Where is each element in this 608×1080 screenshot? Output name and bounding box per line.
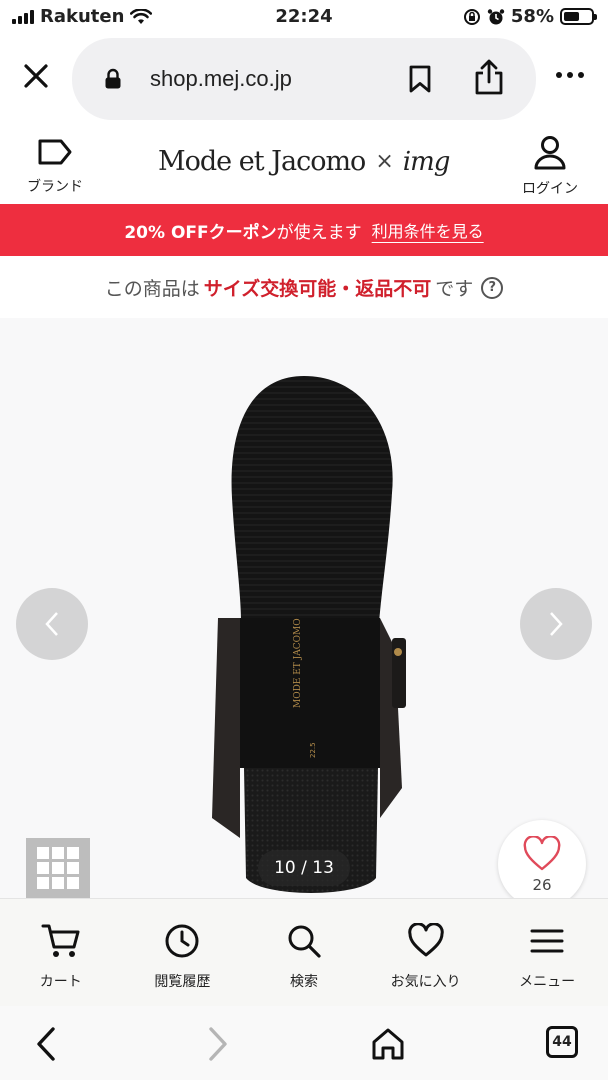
nav-favorites-label: お気に入り <box>390 974 461 990</box>
status-right: 58% <box>463 6 597 27</box>
logo-main: Mode et Jacomo <box>158 146 366 177</box>
thumbnail-grid-button[interactable] <box>26 838 90 898</box>
nav-history-label: 閲覧履歴 <box>154 974 211 990</box>
nav-cart[interactable]: カート <box>0 899 122 1006</box>
return-policy-notice: この商品は サイズ交換可能・返品不可 です ? <box>0 274 608 301</box>
coupon-text: が使えます <box>276 222 362 243</box>
user-icon <box>534 136 566 170</box>
login-nav-label: ログイン <box>522 181 578 197</box>
more-options-icon[interactable] <box>556 72 584 78</box>
site-logo[interactable]: Mode et Jacomo × img <box>158 146 451 177</box>
logo-cross: × <box>375 149 393 174</box>
share-icon[interactable] <box>472 58 506 96</box>
sole-brand-text: MODE ET JACOMO <box>293 618 303 708</box>
tabs-button[interactable]: 44 <box>546 1026 578 1058</box>
brand-nav-label: ブランド <box>27 179 83 195</box>
orientation-lock-icon <box>463 8 480 25</box>
product-image-carousel[interactable]: MODE ET JACOMO 22.5 10 / 13 26 <box>0 318 608 898</box>
product-photo-boot-sole: MODE ET JACOMO 22.5 <box>212 376 406 893</box>
tag-icon <box>38 139 72 165</box>
close-icon[interactable] <box>18 58 54 94</box>
nav-search-label: 検索 <box>289 974 318 990</box>
policy-prefix: この商品は <box>104 278 200 300</box>
url-text: shop.mej.co.jp <box>150 66 292 91</box>
chevron-right-icon <box>550 612 563 636</box>
nav-cart-label: カート <box>39 974 82 990</box>
alarm-icon <box>487 8 505 24</box>
nav-search[interactable]: 検索 <box>243 899 365 1006</box>
battery-percent: 58% <box>510 6 554 27</box>
browser-toolbar: 44 <box>0 1006 608 1080</box>
coupon-terms-link[interactable]: 利用条件を見る <box>372 218 484 242</box>
browser-url-row: shop.mej.co.jp <box>0 36 608 120</box>
battery-icon <box>560 8 597 25</box>
search-icon <box>288 925 321 958</box>
carousel-next-button[interactable] <box>520 588 592 660</box>
help-icon[interactable]: ? <box>481 276 504 299</box>
logo-sub: img <box>402 146 451 177</box>
policy-emphasis: サイズ交換可能・返品不可 <box>203 278 432 300</box>
login-nav-button[interactable]: ログイン <box>514 134 586 198</box>
bottom-app-nav: カート 閲覧履歴 検索 お気に入り メニュー <box>0 898 608 1006</box>
favorite-count: 26 <box>532 876 552 894</box>
nav-menu-label: メニュー <box>519 974 576 990</box>
heart-icon <box>407 922 444 957</box>
favorite-button[interactable]: 26 <box>498 820 586 898</box>
coupon-banner: 20% OFFクーポンが使えます 利用条件を見る <box>0 204 608 256</box>
lock-icon <box>105 68 121 89</box>
back-icon[interactable] <box>34 1026 58 1062</box>
battery-fill <box>564 12 580 21</box>
coupon-title: 20% OFFクーポン <box>124 222 277 243</box>
home-icon[interactable] <box>370 1026 406 1062</box>
bookmark-icon[interactable] <box>408 64 432 94</box>
heart-icon <box>523 835 561 871</box>
clock-icon <box>165 924 199 958</box>
nav-menu[interactable]: メニュー <box>486 899 608 1006</box>
policy-suffix: です <box>435 278 474 300</box>
image-counter: 10 / 13 <box>258 850 350 886</box>
brand-nav-button[interactable]: ブランド <box>20 138 90 196</box>
sole-size-text: 22.5 <box>309 742 317 758</box>
nav-favorites[interactable]: お気に入り <box>365 899 487 1006</box>
cart-icon <box>41 924 80 957</box>
nav-history[interactable]: 閲覧履歴 <box>122 899 244 1006</box>
chevron-left-icon <box>45 612 58 636</box>
carousel-prev-button[interactable] <box>16 588 88 660</box>
menu-icon <box>530 929 564 953</box>
status-bar: Rakuten 22:24 58% <box>0 0 608 34</box>
site-header: ブランド Mode et Jacomo × img ログイン <box>0 126 608 204</box>
address-bar[interactable]: shop.mej.co.jp <box>72 38 536 120</box>
forward-icon[interactable] <box>206 1026 230 1062</box>
